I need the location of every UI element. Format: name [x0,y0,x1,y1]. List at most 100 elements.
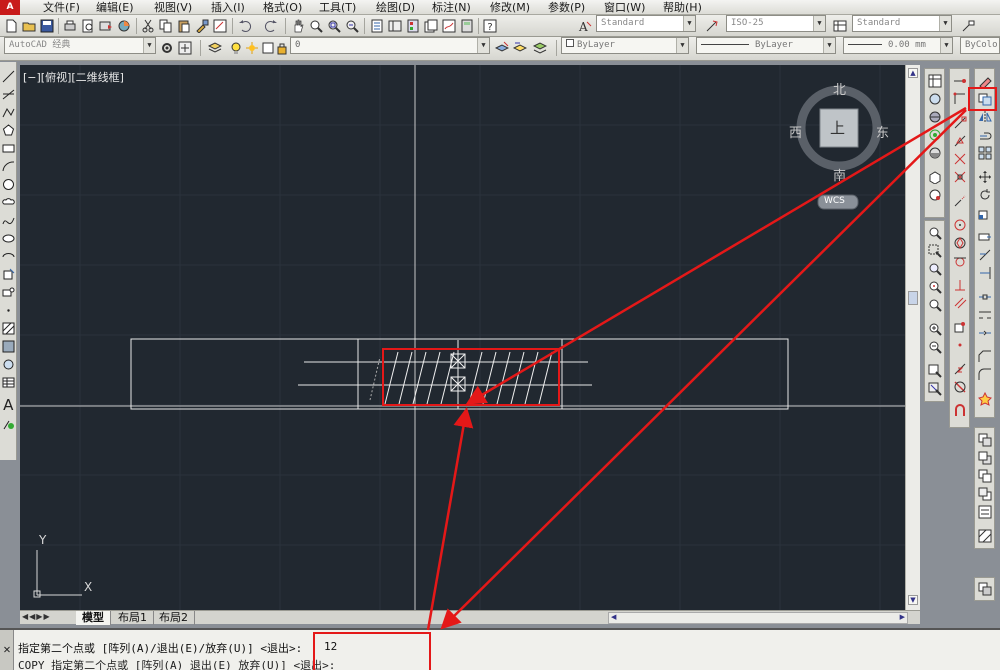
gradient-icon[interactable] [1,340,16,354]
plotstyle-select[interactable]: ByColo [960,37,1000,54]
zoom-dynamic-icon[interactable] [926,243,943,260]
workspace-save-icon[interactable] [177,40,193,56]
line-icon[interactable] [1,70,16,84]
stretch-icon[interactable] [976,229,993,246]
cut-icon[interactable] [140,18,156,34]
construction-line-icon[interactable] [1,88,16,102]
horizontal-scrollbar[interactable]: ◀ ▶ [608,612,908,624]
region-icon[interactable] [1,358,16,372]
explode-icon[interactable] [976,391,993,408]
calculator-icon[interactable] [459,18,475,34]
polygon-icon[interactable] [1,124,16,138]
new-file-icon[interactable] [3,18,19,34]
pan-icon[interactable] [290,18,306,34]
layer-properties-icon[interactable] [207,40,223,56]
table-icon[interactable] [1,376,16,390]
tab-layout2[interactable]: 布局2 [153,611,195,625]
break-icon[interactable] [976,307,993,324]
vertical-scrollbar[interactable]: ▲ ▼ [905,65,920,610]
ellipse-arc-icon[interactable] [1,250,16,264]
snap-nearest-icon[interactable] [951,361,968,378]
mirror-icon[interactable] [976,109,993,126]
join-icon[interactable] [976,325,993,342]
open-folder-icon[interactable] [21,18,37,34]
menu-parametric[interactable]: 参数(P) [548,1,585,14]
make-current-layer-icon[interactable] [494,40,510,56]
snap-apparent-icon[interactable] [951,169,968,186]
text-icon[interactable]: A [1,396,16,414]
text-style-icon[interactable]: A [577,18,593,34]
3d-box-icon[interactable] [926,169,943,186]
zoom-in-icon[interactable] [926,321,943,338]
make-block-icon[interactable] [1,286,16,300]
fillet-icon[interactable] [976,367,993,384]
block-editor-icon[interactable] [212,18,228,34]
temp-track-icon[interactable] [951,73,968,90]
sheet-set-icon[interactable] [423,18,439,34]
menu-tools[interactable]: 工具(T) [319,1,356,14]
model-viewport[interactable]: [−][俯视][二维线框] 北 南 西 东 上 WCS Y X [20,65,906,610]
trim-icon[interactable] [976,247,993,264]
scroll-down-icon[interactable]: ▼ [908,595,918,605]
viewport-label[interactable]: [−][俯视][二维线框] [23,69,124,85]
snap-tangent-icon[interactable] [951,253,968,270]
scroll-right-icon[interactable]: ▶ [900,613,905,621]
scroll-thumb[interactable] [908,291,918,305]
snap-parallel-icon[interactable] [951,295,968,312]
menu-window[interactable]: 窗口(W) [604,1,645,14]
linetype-select[interactable]: ByLayer ▼ [696,37,836,54]
zoom-previous-icon[interactable] [344,18,360,34]
dim-style-select[interactable]: ISO-25 ▼ [726,15,826,32]
rotate-icon[interactable] [976,187,993,204]
publish-icon[interactable] [98,18,114,34]
menu-edit[interactable]: 编辑(E) [96,1,134,14]
table-style-icon[interactable] [832,18,848,34]
menu-file[interactable]: 文件(F) [43,1,80,14]
help-icon[interactable]: ? [482,18,498,34]
zoom-center-icon[interactable] [926,279,943,296]
bring-above-icon[interactable] [976,468,993,485]
compass-north[interactable]: 北 [833,79,846,98]
zoom-scale-icon[interactable] [926,261,943,278]
app-logo[interactable]: A [0,0,20,15]
extend-icon[interactable] [976,265,993,282]
redo-icon[interactable] [263,18,279,34]
save-icon[interactable] [39,18,55,34]
layer-lock-icon[interactable] [274,40,290,56]
markup-icon[interactable] [441,18,457,34]
snap-none-icon[interactable] [951,379,968,396]
menu-format[interactable]: 格式(O) [263,1,302,14]
print-icon[interactable] [62,18,78,34]
layer-on-icon[interactable] [228,40,244,56]
menu-help[interactable]: 帮助(H) [663,1,702,14]
drawing-canvas[interactable] [20,65,906,610]
snap-intersection-icon[interactable] [951,151,968,168]
copy-clip-icon[interactable] [158,18,174,34]
polyline-icon[interactable] [1,106,16,120]
3d-dwf-icon[interactable] [116,18,132,34]
compass-south[interactable]: 南 [833,165,846,184]
dim-style-icon[interactable] [704,18,720,34]
ellipse-icon[interactable] [1,232,16,246]
color-select[interactable]: ByLayer ▼ [561,37,689,54]
tab-nav-arrows-icon[interactable]: ◀◀▶▶ [22,612,51,621]
menu-dimension[interactable]: 标注(N) [432,1,471,14]
zoom-all-icon[interactable] [926,363,943,380]
zoom-object-icon[interactable] [926,297,943,314]
tool-palettes-icon[interactable] [405,18,421,34]
table-style-select[interactable]: Standard ▼ [852,15,952,32]
menu-insert[interactable]: 插入(I) [211,1,245,14]
move-icon[interactable] [976,169,993,186]
snap-midpoint-icon[interactable] [951,133,968,150]
snap-center-icon[interactable] [951,217,968,234]
snap-extension-icon[interactable] [951,193,968,210]
zoom-out-icon[interactable] [926,339,943,356]
snap-from-icon[interactable] [951,91,968,108]
snap-insert-icon[interactable] [951,319,968,336]
scroll-left-icon[interactable]: ◀ [611,613,616,621]
compass-east[interactable]: 东 [876,122,889,141]
insert-block-icon[interactable] [1,268,16,282]
zoom-extents-icon[interactable] [926,381,943,398]
lineweight-select[interactable]: 0.00 mm ▼ [843,37,953,54]
array-icon[interactable] [976,145,993,162]
